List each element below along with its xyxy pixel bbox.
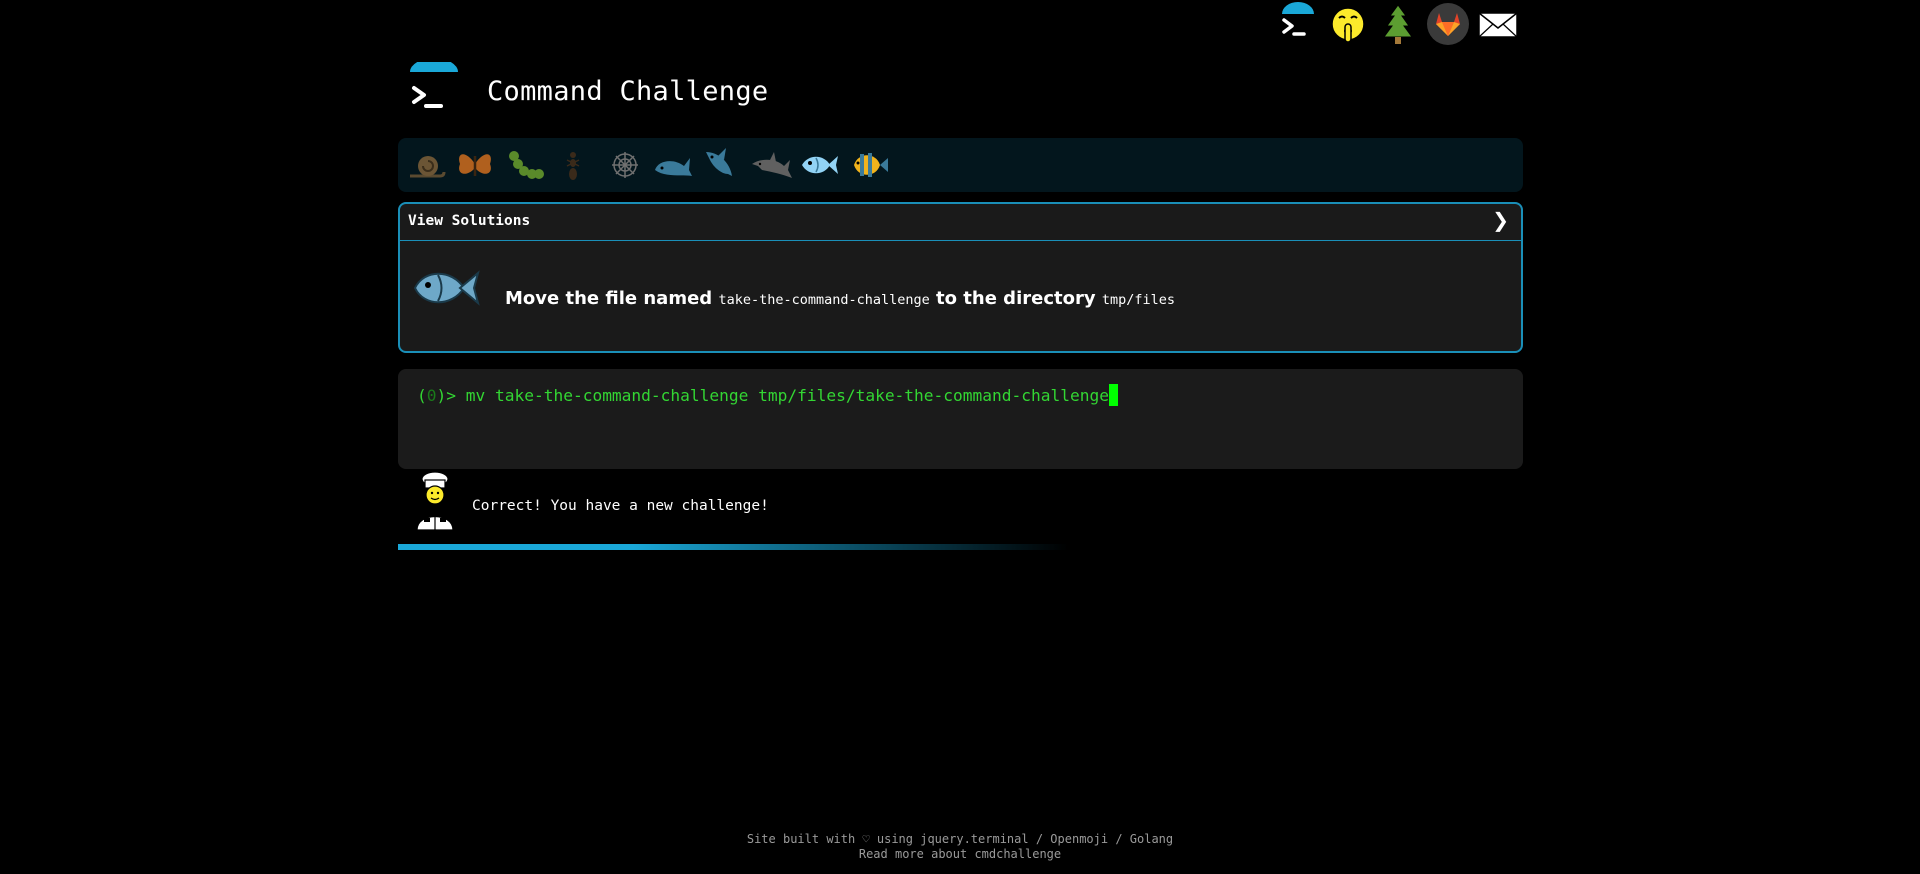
terminal-command-line[interactable]: (0)> mv take-the-command-challenge tmp/f… [417, 384, 1118, 408]
terminal-command: mv take-the-command-challenge tmp/files/… [465, 386, 1109, 405]
top-nav-icons [1272, 0, 1524, 48]
view-solutions-label: View Solutions [408, 213, 531, 229]
butterfly-icon[interactable] [454, 144, 496, 186]
footer-read-more-prefix: Read more about [858, 847, 975, 861]
footer-line-1: Site built with ♡ using jquery.terminal … [0, 832, 1920, 847]
challenge-directory: tmp/files [1101, 292, 1175, 308]
footer-link-cmdchallenge[interactable]: cmdchallenge [974, 847, 1061, 861]
progress-bar [398, 544, 1068, 550]
level-bar [398, 138, 1523, 192]
spider-web-icon[interactable] [604, 144, 646, 186]
view-solutions-toggle[interactable]: View Solutions ❯ [400, 204, 1521, 241]
footer: Site built with ♡ using jquery.terminal … [0, 832, 1920, 862]
footer-separator: / [1028, 832, 1051, 846]
footer-separator: / [1108, 832, 1130, 846]
shark-icon[interactable] [700, 144, 742, 186]
ant-icon[interactable] [552, 144, 594, 186]
footer-link-jquery-terminal[interactable]: jquery.terminal [920, 832, 1028, 846]
page-title: Command Challenge [487, 76, 769, 107]
dolphin-icon[interactable] [750, 144, 792, 186]
fish-icon [413, 270, 480, 306]
caterpillar-icon[interactable] [504, 144, 546, 186]
progress-fill [398, 544, 1068, 550]
prompt-close: )> [436, 386, 466, 405]
footer-link-golang[interactable]: Golang [1130, 832, 1173, 846]
challenge-text-middle: to the directory [929, 288, 1102, 309]
terminal-cursor [1108, 384, 1118, 406]
prompt-open: ( [417, 386, 427, 405]
challenge-text-before: Move the file named [505, 288, 719, 309]
shushing-face-icon[interactable] [1326, 2, 1370, 46]
footer-link-openmoji[interactable]: Openmoji [1050, 832, 1108, 846]
chef-icon [416, 471, 454, 530]
footer-credits-prefix: Site built with ♡ using [746, 832, 921, 846]
challenge-file-name: take-the-command-challenge [718, 292, 930, 308]
prompt-count: 0 [426, 386, 437, 405]
fish-icon[interactable] [798, 144, 840, 186]
logo-icon [410, 62, 458, 108]
tree-icon[interactable] [1376, 2, 1420, 46]
footer-line-2: Read more about cmdchallenge [0, 847, 1920, 862]
terminal[interactable]: (0)> mv take-the-command-challenge tmp/f… [398, 369, 1523, 469]
terminal-logo-icon[interactable] [1276, 2, 1320, 46]
challenge-description: Move the file named take-the-command-cha… [505, 288, 1175, 309]
chevron-right-icon[interactable]: ❯ [1492, 210, 1509, 230]
status-message: Correct! You have a new challenge! [472, 498, 769, 514]
whale-icon[interactable] [652, 144, 694, 186]
tropical-fish-icon[interactable] [848, 144, 890, 186]
snail-icon[interactable] [406, 144, 448, 186]
challenge-panel: View Solutions ❯ Move the file named tak… [398, 202, 1523, 353]
envelope-icon[interactable] [1476, 2, 1520, 46]
gitlab-icon[interactable] [1426, 2, 1470, 46]
